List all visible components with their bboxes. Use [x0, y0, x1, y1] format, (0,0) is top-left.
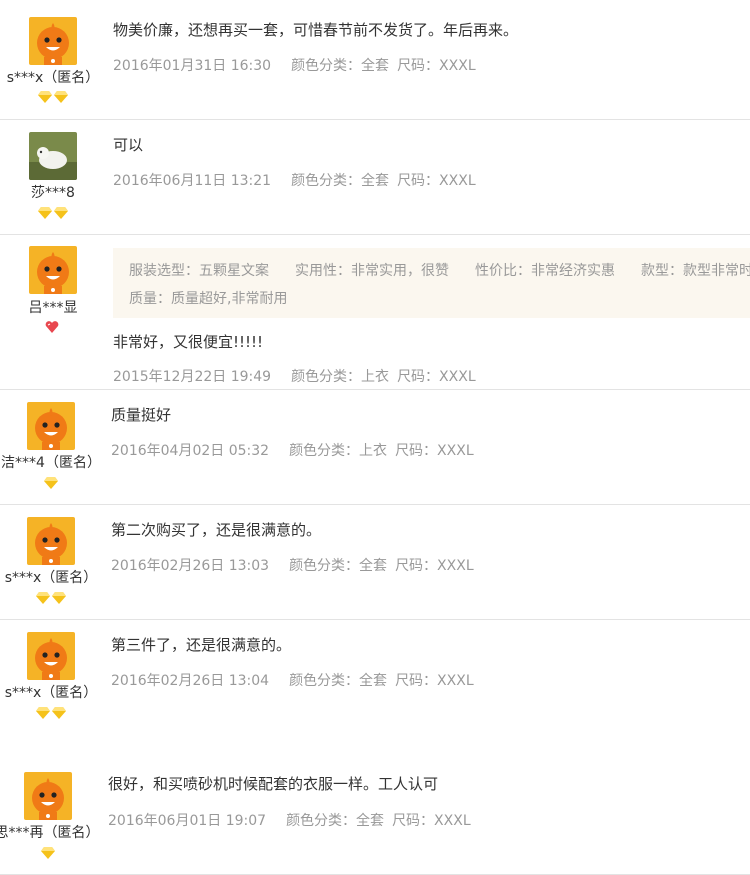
reviewer-name: 洁***4（匿名） — [1, 455, 101, 471]
sku-size: 尺码：XXXL — [397, 58, 476, 74]
sku-color: 颜色分类：上衣 — [291, 369, 390, 385]
mascot-avatar[interactable] — [24, 772, 72, 820]
buyer-level-badges — [38, 91, 68, 105]
mascot-avatar[interactable] — [29, 17, 77, 65]
review-item: s***x（匿名） 第二次购买了，还是很满意的。 2016年02月26日 13:… — [0, 505, 750, 620]
review-item: s***x（匿名） 物美价廉，还想再买一套，可惜春节前不发货了。年后再来。 20… — [0, 0, 750, 120]
buyer-level-badges — [36, 592, 66, 606]
review-date: 2016年02月26日 13:03 — [111, 558, 270, 574]
sku-size: 尺码：XXXL — [397, 369, 476, 385]
diamond-icon — [54, 91, 68, 103]
sku-color: 颜色分类：全套 — [289, 673, 388, 689]
user-photo-avatar[interactable] — [29, 132, 77, 180]
diamond-icon — [36, 592, 50, 604]
review-text: 质量挺好 — [111, 406, 172, 424]
sku-size: 尺码：XXXL — [395, 673, 474, 689]
review-date: 2016年04月02日 05:32 — [111, 443, 270, 459]
review-meta: 2015年12月22日 19:49 颜色分类：上衣 尺码：XXXL — [113, 366, 750, 386]
sku-color: 颜色分类：上衣 — [289, 443, 388, 459]
buyer-level-badges — [45, 321, 59, 335]
review-item: 莎***8 可以 2016年06月11日 13:21 颜色分类：全套 尺码：XXXL — [0, 120, 750, 235]
review-date: 2016年02月26日 13:04 — [111, 673, 270, 689]
review-item: 思***再（匿名） 很好，和买喷砂机时候配套的衣服一样。工人认可 2016年06… — [0, 770, 750, 875]
diamond-icon — [54, 207, 68, 219]
review-meta: 2016年01月31日 16:30 颜色分类：全套 尺码：XXXL — [113, 55, 750, 75]
sku-size: 尺码：XXXL — [392, 813, 471, 829]
sku-color: 颜色分类：全套 — [289, 558, 388, 574]
review-text: 很好，和买喷砂机时候配套的衣服一样。工人认可 — [108, 775, 439, 793]
reviewer-name: 莎***8 — [31, 185, 75, 201]
diamond-icon — [38, 207, 52, 219]
review-meta: 2016年02月26日 13:03 颜色分类：全套 尺码：XXXL — [111, 555, 750, 575]
buyer-level-badges — [41, 847, 55, 861]
buyer-level-badges — [44, 477, 58, 491]
attr-quality: 质量：质量超好,非常耐用 — [129, 291, 288, 307]
review-list: s***x（匿名） 物美价廉，还想再买一套，可惜春节前不发货了。年后再来。 20… — [0, 0, 750, 875]
mascot-avatar[interactable] — [27, 632, 75, 680]
sku-size: 尺码：XXXL — [395, 443, 474, 459]
review-text: 可以 — [113, 136, 144, 154]
sku-size: 尺码：XXXL — [397, 173, 476, 189]
review-meta: 2016年06月01日 19:07 颜色分类：全套 尺码：XXXL — [108, 810, 750, 830]
reviewer-name: 吕***显 — [28, 300, 78, 316]
review-meta: 2016年04月02日 05:32 颜色分类：上衣 尺码：XXXL — [111, 440, 750, 460]
review-text: 非常好，又很便宜!!!!! — [113, 333, 264, 351]
mascot-avatar[interactable] — [29, 246, 77, 294]
review-date: 2015年12月22日 19:49 — [113, 369, 272, 385]
review-date: 2016年06月01日 19:07 — [108, 813, 267, 829]
mascot-avatar[interactable] — [27, 517, 75, 565]
heart-icon — [45, 321, 59, 333]
review-date: 2016年06月11日 13:21 — [113, 173, 272, 189]
attr-value: 性价比：非常经济实惠 — [475, 263, 615, 279]
review-meta: 2016年06月11日 13:21 颜色分类：全套 尺码：XXXL — [113, 170, 750, 190]
diamond-icon — [38, 91, 52, 103]
reviewer-name: s***x（匿名） — [4, 685, 98, 701]
reviewer-name: s***x（匿名） — [4, 570, 98, 586]
diamond-icon — [52, 707, 66, 719]
sku-color: 颜色分类：全套 — [291, 58, 390, 74]
review-item: s***x（匿名） 第三件了，还是很满意的。 2016年02月26日 13:04… — [0, 620, 750, 770]
attr-fit: 款型：款型非常时 — [641, 263, 750, 279]
reviewer-name: 思***再（匿名） — [0, 825, 100, 841]
attr-practicality: 实用性：非常实用，很赞 — [295, 263, 449, 279]
sku-size: 尺码：XXXL — [395, 558, 474, 574]
review-attributes-box: 服装选型：五颗星文案 实用性：非常实用，很赞 性价比：非常经济实惠 款型：款型非常时 … — [113, 248, 750, 318]
diamond-icon — [44, 477, 58, 489]
sku-color: 颜色分类：全套 — [291, 173, 390, 189]
diamond-icon — [52, 592, 66, 604]
review-text: 物美价廉，还想再买一套，可惜春节前不发货了。年后再来。 — [113, 21, 519, 39]
review-item: 吕***显 服装选型：五颗星文案 实用性：非常实用，很赞 性价比：非常经济实惠 款型：… — [0, 235, 750, 390]
buyer-level-badges — [38, 207, 68, 221]
mascot-avatar[interactable] — [27, 402, 75, 450]
diamond-icon — [41, 847, 55, 859]
review-text: 第二次购买了，还是很满意的。 — [111, 521, 322, 539]
review-item: 洁***4（匿名） 质量挺好 2016年04月02日 05:32 颜色分类：上衣尺… — [0, 390, 750, 505]
review-meta: 2016年02月26日 13:04 颜色分类：全套 尺码：XXXL — [111, 670, 750, 690]
review-date: 2016年01月31日 16:30 — [113, 58, 272, 74]
reviewer-name: s***x（匿名） — [6, 70, 100, 86]
sku-color: 颜色分类：全套 — [286, 813, 385, 829]
review-text: 第三件了，还是很满意的。 — [111, 636, 292, 654]
diamond-icon — [36, 707, 50, 719]
buyer-level-badges — [36, 707, 66, 721]
attr-style: 服装选型：五颗星文案 — [129, 263, 269, 279]
